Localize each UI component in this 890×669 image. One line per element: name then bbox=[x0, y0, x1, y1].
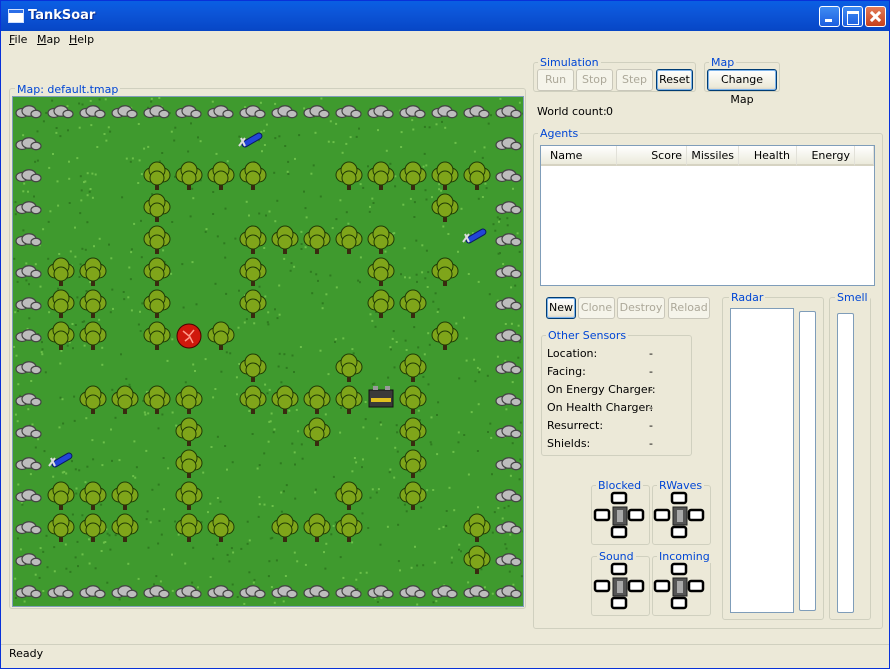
stop-button[interactable]: Stop bbox=[576, 69, 613, 91]
menu-bar: File Map Help bbox=[1, 31, 889, 49]
blocked-indicator bbox=[593, 491, 645, 539]
column-missiles[interactable]: Missiles bbox=[687, 146, 739, 166]
sensor-label: Location: bbox=[547, 347, 598, 360]
reset-button[interactable]: Reset bbox=[656, 69, 693, 91]
sensor-value: - bbox=[649, 347, 653, 360]
menu-file[interactable]: File bbox=[9, 33, 27, 46]
main-window: TankSoar File Map Help Map: default.tmap… bbox=[0, 0, 890, 669]
agents-legend: Agents bbox=[538, 127, 581, 140]
app-icon bbox=[8, 9, 24, 23]
world-count-label: World count: bbox=[537, 105, 607, 118]
close-icon bbox=[866, 7, 885, 26]
status-bar: Ready bbox=[1, 644, 889, 668]
minimize-icon bbox=[820, 7, 839, 26]
status-text: Ready bbox=[9, 647, 44, 660]
run-button[interactable]: Run bbox=[537, 69, 574, 91]
change-map-button[interactable]: Change Map bbox=[707, 69, 777, 106]
smell-bar bbox=[837, 313, 854, 613]
destroy-agent-button[interactable]: Destroy bbox=[617, 297, 665, 319]
agents-table[interactable]: Name Score Missiles Health Energy bbox=[540, 145, 875, 286]
sensor-label: On Health Charger: bbox=[547, 401, 654, 414]
radar-display bbox=[730, 308, 794, 613]
column-health[interactable]: Health bbox=[739, 146, 797, 166]
sound-indicator bbox=[593, 562, 645, 610]
incoming-indicator bbox=[653, 562, 705, 610]
sensor-value: - bbox=[649, 365, 653, 378]
column-name[interactable]: Name bbox=[541, 146, 617, 166]
maximize-button[interactable] bbox=[842, 6, 863, 27]
sensor-label: Resurrect: bbox=[547, 419, 604, 432]
sensor-value: - bbox=[649, 383, 653, 396]
menu-map[interactable]: Map bbox=[37, 33, 60, 46]
step-button[interactable]: Step bbox=[616, 69, 653, 91]
game-map[interactable] bbox=[12, 96, 524, 607]
simulation-legend: Simulation bbox=[538, 56, 601, 69]
new-agent-button[interactable]: New bbox=[546, 297, 576, 319]
sensor-label: Facing: bbox=[547, 365, 586, 378]
sensor-value: - bbox=[649, 401, 653, 414]
map-canvas bbox=[13, 97, 523, 606]
sensor-label: On Energy Charger: bbox=[547, 383, 656, 396]
map-legend: Map: default.tmap bbox=[15, 83, 121, 96]
column-filler bbox=[855, 146, 874, 166]
rwaves-indicator bbox=[653, 491, 705, 539]
radar-power-bar bbox=[799, 311, 816, 611]
smell-legend: Smell bbox=[835, 291, 870, 304]
health-charger bbox=[176, 323, 202, 349]
title-bar[interactable]: TankSoar bbox=[1, 1, 889, 31]
close-button[interactable] bbox=[865, 6, 886, 27]
sensor-value: - bbox=[649, 437, 653, 450]
window-title: TankSoar bbox=[28, 8, 96, 23]
maximize-icon bbox=[843, 7, 862, 26]
column-score[interactable]: Score bbox=[617, 146, 687, 166]
world-count-value: 0 bbox=[606, 105, 613, 118]
radar-legend: Radar bbox=[729, 291, 766, 304]
sensor-label: Shields: bbox=[547, 437, 591, 450]
reload-agent-button[interactable]: Reload bbox=[668, 297, 710, 319]
other-sensors-legend: Other Sensors bbox=[546, 329, 629, 342]
clone-agent-button[interactable]: Clone bbox=[578, 297, 615, 319]
sensor-value: - bbox=[649, 419, 653, 432]
map-group-legend: Map bbox=[709, 56, 737, 69]
column-energy[interactable]: Energy bbox=[797, 146, 855, 166]
menu-help[interactable]: Help bbox=[69, 33, 94, 46]
minimize-button[interactable] bbox=[819, 6, 840, 27]
